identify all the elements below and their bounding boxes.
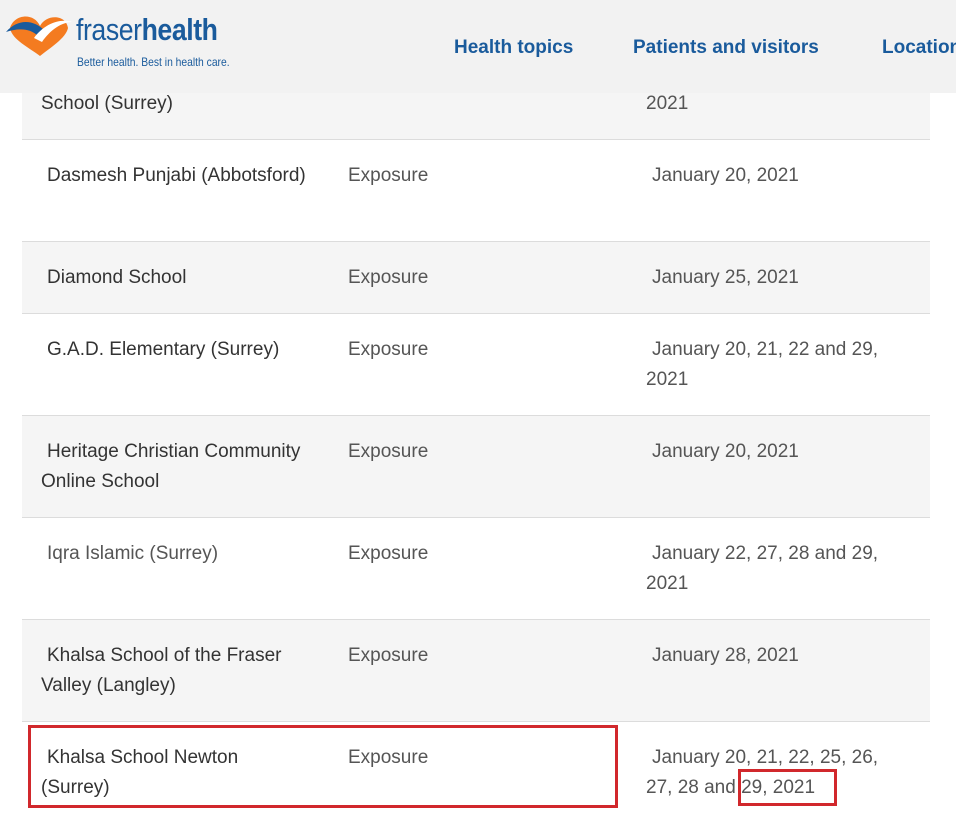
fraser-health-heart-logo-icon[interactable]	[4, 8, 74, 58]
table-row: Iqra Islamic (Surrey) Exposure January 2…	[22, 518, 930, 620]
school-name: Diamond School	[47, 267, 187, 288]
exposure-type: Exposure	[348, 339, 429, 360]
table-row: Heritage Christian Community Online Scho…	[22, 416, 930, 518]
school-name: School (Surrey)	[41, 93, 173, 114]
exposure-dates: January 28, 2021	[652, 645, 799, 666]
nav-health-topics[interactable]: Health topics	[454, 37, 573, 59]
exposure-type: Exposure	[348, 543, 429, 564]
school-name: Dasmesh Punjabi (Abbotsford)	[47, 165, 306, 186]
exposure-dates: 2021	[646, 93, 689, 114]
exposure-type: Exposure	[348, 747, 429, 768]
nav-patients-and-visitors[interactable]: Patients and visitors	[633, 37, 819, 59]
school-name: Iqra Islamic (Surrey)	[47, 543, 219, 564]
table-row: G.A.D. Elementary (Surrey) Exposure Janu…	[22, 314, 930, 416]
exposure-type: Exposure	[348, 165, 429, 186]
table-row: Dasmesh Punjabi (Abbotsford) Exposure Ja…	[22, 140, 930, 242]
exposure-dates: January 20, 21, 22 and 29, 2021	[646, 339, 879, 390]
exposure-dates: January 25, 2021	[652, 267, 799, 288]
nav-locations[interactable]: Locations	[882, 37, 956, 59]
logo-tagline: Better health. Best in health care.	[77, 55, 230, 69]
school-exposures-table: School (Surrey) 2021 Dasmesh Punjabi (Ab…	[22, 93, 930, 832]
table-row: Khalsa School Newton (Surrey) Exposure J…	[22, 722, 930, 832]
exposure-type: Exposure	[348, 645, 429, 666]
logo-word-fraser: fraser	[76, 12, 142, 47]
exposure-type: Exposure	[348, 441, 429, 462]
table-row: Khalsa School of the Fraser Valley (Lang…	[22, 620, 930, 722]
exposure-type: Exposure	[348, 267, 429, 288]
table-row: School (Surrey) 2021	[22, 93, 930, 140]
school-name: Khalsa School Newton (Surrey)	[41, 747, 239, 798]
school-name: G.A.D. Elementary (Surrey)	[47, 339, 280, 360]
exposure-dates: January 20, 2021	[652, 441, 799, 462]
school-name: Khalsa School of the Fraser Valley (Lang…	[41, 645, 282, 696]
table-row: Diamond School Exposure January 25, 2021	[22, 242, 930, 314]
site-header: fraserhealth Better health. Best in heal…	[0, 0, 956, 93]
exposure-dates: January 20, 2021	[652, 165, 799, 186]
school-name: Heritage Christian Community Online Scho…	[41, 441, 301, 492]
logo-word-health: health	[141, 12, 218, 47]
fraser-health-wordmark[interactable]: fraserhealth	[76, 12, 218, 48]
exposure-dates: January 20, 21, 22, 25, 26, 27, 28 and 2…	[646, 747, 879, 798]
exposure-dates: January 22, 27, 28 and 29, 2021	[646, 543, 879, 594]
